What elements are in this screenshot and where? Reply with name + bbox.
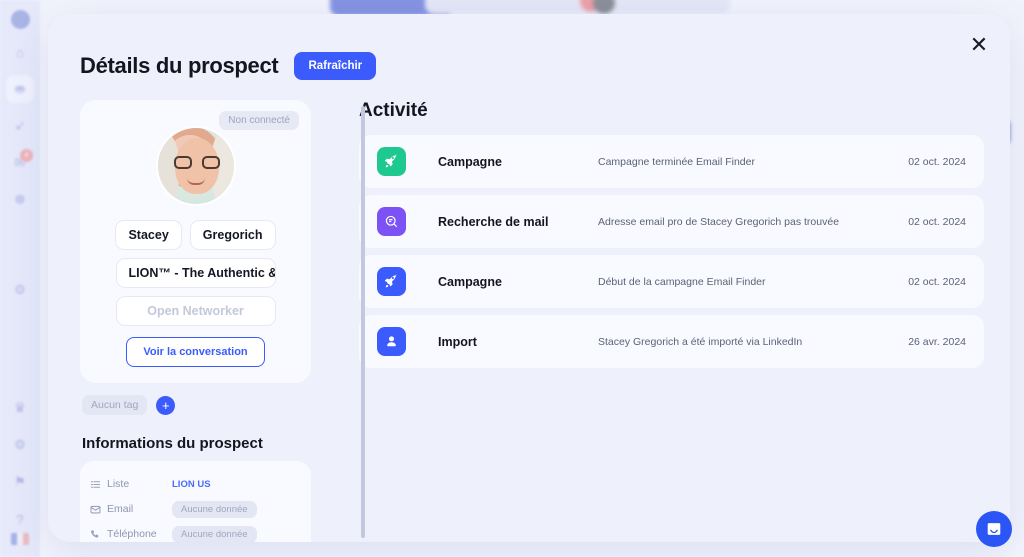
page-title: Détails du prospect: [80, 53, 279, 78]
prospect-panel: Non connecté Stacey Gregorich LION™ - Th…: [80, 100, 315, 542]
info-label-email: Email: [90, 503, 172, 515]
gear-icon: ⚙: [14, 437, 26, 452]
activity-date: 26 avr. 2024: [908, 335, 966, 348]
modal-header: Détails du prospect Rafraîchir: [48, 14, 1010, 80]
info-label-telephone: Téléphone: [90, 528, 172, 540]
home-icon: ⌂: [16, 44, 24, 60]
sidebar-item-team[interactable]: ☸: [6, 186, 34, 214]
info-label-text: Téléphone: [107, 528, 157, 540]
sidebar-item-campaigns[interactable]: ➶: [6, 112, 34, 140]
question-icon: ?: [16, 511, 24, 527]
screen: ⌂ ⛂ ➶ ✉ 4 ☸ ⚙ ♛ ⚙ ⚑ ? ✕ Détails du prosp…: [0, 0, 1024, 557]
app-sidebar[interactable]: ⌂ ⛂ ➶ ✉ 4 ☸ ⚙ ♛ ⚙ ⚑ ?: [0, 0, 40, 557]
modal-body: Non connecté Stacey Gregorich LION™ - Th…: [48, 80, 1010, 542]
sidebar-item-contacts[interactable]: ⛂: [6, 75, 34, 103]
sidebar-item-preferences[interactable]: ⚙: [6, 431, 34, 459]
activity-title: Activité: [359, 100, 428, 121]
table-row[interactable]: Campagne Début de la campagne Email Find…: [359, 255, 984, 308]
avatar: [157, 128, 234, 204]
close-icon[interactable]: ✕: [962, 28, 996, 62]
info-row: Email Aucune donnée: [90, 499, 301, 519]
bell-icon: ⚑: [14, 474, 26, 489]
mail-icon: [90, 505, 101, 513]
tag-row: Aucun tag +: [82, 395, 311, 415]
sidebar-item-messages[interactable]: ✉ 4: [6, 149, 34, 177]
info-label-liste: Liste: [90, 478, 172, 490]
person-icon: [377, 327, 406, 356]
activity-panel: Activité Campagne Campagne terminée Emai…: [315, 100, 1010, 542]
info-value-email: Aucune donnée: [172, 500, 257, 518]
table-row[interactable]: Campagne Campagne terminée Email Finder …: [359, 135, 984, 188]
glasses-icon: [173, 156, 220, 169]
info-row: Liste LION US: [90, 474, 301, 494]
info-label-text: Liste: [107, 478, 130, 490]
chat-launcher-button[interactable]: [976, 511, 1012, 547]
phone-icon: [91, 529, 99, 538]
prospect-details-modal: ✕ Détails du prospect Rafraîchir Non con…: [48, 14, 1010, 542]
activity-date: 02 oct. 2024: [908, 275, 966, 288]
refresh-button[interactable]: Rafraîchir: [294, 52, 377, 80]
headline-secondary-field[interactable]: Open Networker: [115, 296, 276, 326]
first-name-field[interactable]: Stacey: [115, 220, 182, 250]
language-flag-icon[interactable]: [11, 533, 29, 545]
info-value-telephone: Aucune donnée: [172, 525, 257, 542]
gear-icon: ⚙: [14, 282, 26, 297]
info-value-liste[interactable]: LION US: [172, 479, 211, 490]
activity-type: Recherche de mail: [438, 214, 549, 229]
table-row[interactable]: Import Stacey Gregorich a été importé vi…: [359, 315, 984, 368]
crown-icon: ♛: [14, 400, 26, 415]
info-label-text: Email: [107, 503, 134, 515]
team-icon: ☸: [14, 192, 26, 207]
profile-card: Non connecté Stacey Gregorich LION™ - Th…: [80, 100, 311, 383]
status-badge: Non connecté: [219, 111, 299, 130]
sidebar-item-help[interactable]: ?: [6, 505, 34, 533]
view-conversation-button[interactable]: Voir la conversation: [126, 337, 265, 367]
sidebar-item-upgrade[interactable]: ♛: [6, 394, 34, 422]
prospect-info-card: Liste LION US Email Aucune donnée Téléph…: [80, 461, 311, 542]
rocket-icon: [377, 267, 406, 296]
chat-icon: [987, 523, 1001, 535]
mail-search-icon: [377, 207, 406, 236]
table-row[interactable]: Recherche de mail Adresse email pro de S…: [359, 195, 984, 248]
add-tag-button[interactable]: +: [156, 395, 176, 415]
activity-description: Stacey Gregorich a été importé via Linke…: [598, 335, 803, 348]
app-logo: [10, 10, 30, 29]
info-row: Téléphone Aucune donnée: [90, 524, 301, 542]
rocket-icon: ➶: [14, 118, 26, 133]
rocket-icon: [377, 147, 406, 176]
activity-description: Début de la campagne Email Finder: [598, 275, 766, 288]
activity-type: Campagne: [438, 274, 502, 289]
list-icon: [90, 480, 101, 488]
prospect-panel-scrollbar[interactable]: [361, 106, 365, 538]
activity-type: Campagne: [438, 154, 502, 169]
activity-description: Campagne terminée Email Finder: [598, 155, 755, 168]
empty-tag-label: Aucun tag: [82, 395, 148, 415]
sidebar-item-home[interactable]: ⌂: [6, 38, 34, 66]
sidebar-item-settings[interactable]: ⚙: [6, 276, 34, 304]
topbar-search-input[interactable]: [425, 0, 730, 14]
sidebar-item-notifications[interactable]: ⚑: [6, 468, 34, 496]
activity-date: 02 oct. 2024: [908, 155, 966, 168]
activity-date: 02 oct. 2024: [908, 215, 966, 228]
messages-badge: 4: [20, 149, 33, 162]
avatar-wrapper: [92, 128, 299, 204]
last-name-field[interactable]: Gregorich: [189, 220, 276, 250]
activity-description: Adresse email pro de Stacey Gregorich pa…: [598, 215, 840, 228]
headline-field[interactable]: LION™ - The Authentic &: [115, 258, 276, 288]
prospect-info-title: Informations du prospect: [82, 435, 263, 452]
activity-type: Import: [438, 334, 477, 349]
contacts-icon: ⛂: [14, 81, 26, 96]
name-row: Stacey Gregorich: [92, 220, 299, 250]
